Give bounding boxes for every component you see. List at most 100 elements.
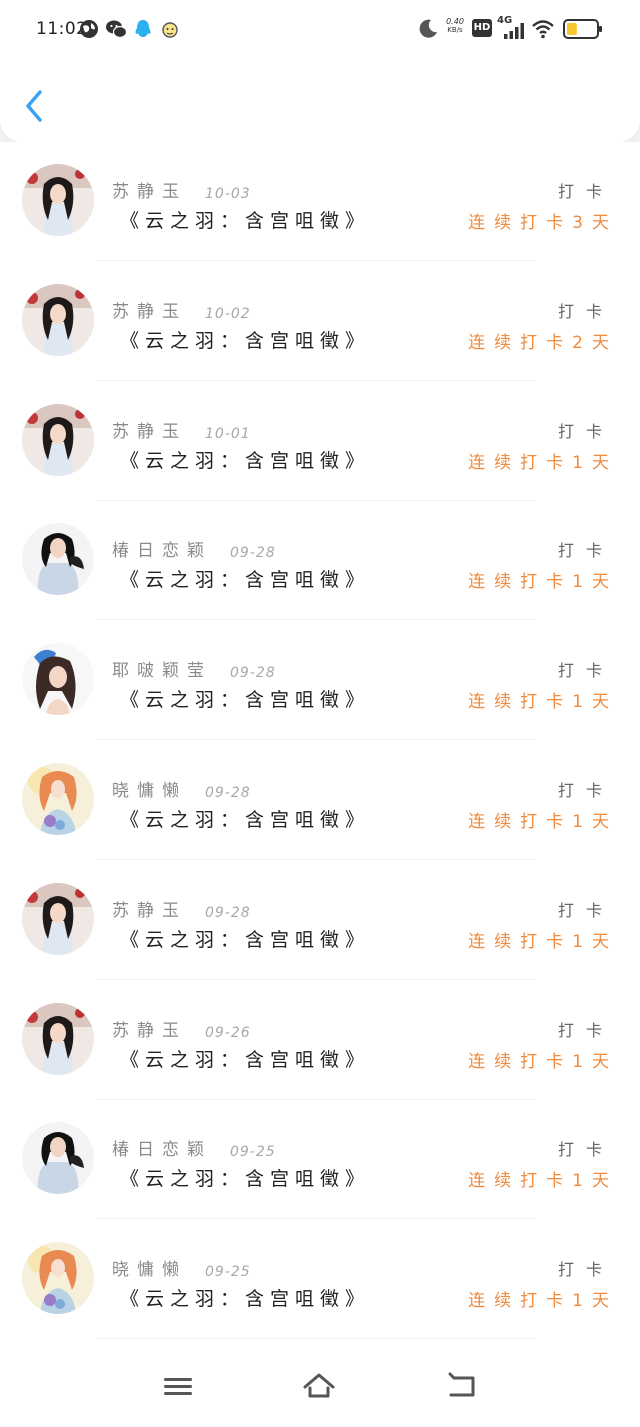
- checkin-list: 苏静玉 10-03 《云之羽：含宫咀徵》 打卡 连续打卡3天 苏静玉 10-02 《云之羽：含…: [0, 142, 640, 1340]
- list-item[interactable]: 苏静玉 09-28 《云之羽：含宫咀徵》 打卡连续打卡1天: [0, 861, 640, 981]
- signal-icon: [504, 23, 524, 39]
- hd-badge: HD: [472, 19, 492, 37]
- checkin-label: 打卡: [557, 781, 614, 800]
- avatar[interactable]: [22, 523, 94, 596]
- avatar[interactable]: [22, 882, 94, 955]
- user-name[interactable]: 椿日恋颖: [112, 1135, 212, 1160]
- navigation-bar: [0, 1340, 640, 1427]
- user-name[interactable]: 苏静玉: [112, 297, 187, 322]
- streak-label: 连续打卡3天: [468, 213, 618, 233]
- streak-label: 连续打卡1天: [468, 572, 618, 593]
- avatar[interactable]: [22, 1002, 94, 1075]
- checkin-date: 09-26: [205, 1024, 251, 1041]
- book-title: 《云之羽：含宫咀徵》: [120, 1168, 371, 1191]
- avatar[interactable]: [22, 763, 94, 835]
- list-item[interactable]: 苏静玉 10-01 《云之羽：含宫咀徵》 打卡连续打卡1天: [0, 382, 640, 502]
- net-speed-unit: KB/s: [447, 26, 463, 34]
- list-item[interactable]: 晓慵懒 09-28 《云之羽：含宫咀徵》 打卡连续打卡1天: [0, 741, 640, 861]
- avatar[interactable]: [22, 1242, 94, 1315]
- book-title: 《云之羽：含宫咀徵》: [120, 329, 371, 352]
- book-title: 《云之羽：含宫咀徵》: [120, 689, 371, 712]
- book-title: 《云之羽：含宫咀徵》: [120, 449, 371, 472]
- avatar[interactable]: [22, 164, 94, 236]
- avatar[interactable]: [22, 403, 94, 476]
- streak-label: 连续打卡1天: [468, 452, 618, 473]
- user-name[interactable]: 苏静玉: [112, 177, 187, 202]
- book-title: 《云之羽：含宫咀徵》: [120, 809, 371, 831]
- checkin-date: 10-02: [205, 305, 251, 322]
- checkin-date: 09-25: [205, 1264, 251, 1281]
- name-line: 晓慵懒 09-25: [112, 1256, 251, 1280]
- checkin-date: 09-28: [205, 785, 251, 801]
- checkin-label: 打卡: [557, 1020, 614, 1040]
- back-arrow-icon[interactable]: [20, 86, 50, 126]
- net-speed-value: 0.40: [446, 17, 464, 26]
- user-name[interactable]: 椿日恋颖: [112, 536, 212, 561]
- list-item[interactable]: 椿日恋颖 09-28 《云之羽：含宫咀徵》 打卡连续打卡1天: [0, 501, 640, 621]
- book-title: 《云之羽：含宫咀徵》: [120, 569, 371, 592]
- streak-label: 连续打卡2天: [468, 332, 618, 353]
- streak-label: 连续打卡1天: [468, 1171, 618, 1192]
- book-title: 《云之羽：含宫咀徵》: [120, 928, 371, 951]
- streak-label: 连续打卡1天: [468, 931, 618, 952]
- list-item[interactable]: 苏静玉 10-02 《云之羽：含宫咀徵》 打卡连续打卡2天: [0, 262, 640, 382]
- app-icon: [162, 22, 178, 38]
- book-title: 《云之羽：含宫咀徵》: [120, 210, 371, 232]
- name-line: 晓慵懒 09-28: [112, 777, 251, 801]
- streak-label: 连续打卡1天: [468, 1051, 618, 1072]
- user-name[interactable]: 晓慵懒: [112, 1255, 187, 1280]
- avatar[interactable]: [22, 1122, 94, 1195]
- book-title: 《云之羽：含宫咀徵》: [120, 1048, 371, 1071]
- avatar[interactable]: [22, 643, 94, 716]
- menu-icon[interactable]: [161, 1370, 195, 1402]
- user-name[interactable]: 耶啵颖莹: [112, 656, 212, 681]
- header: 11:02 0.40 KB/s HD 4G: [0, 0, 640, 142]
- battery-icon: [563, 19, 602, 39]
- book-title: 《云之羽：含宫咀徵》: [120, 1288, 371, 1311]
- streak-label: 连续打卡1天: [468, 1291, 618, 1312]
- checkin-date: 09-28: [230, 545, 276, 562]
- list-item[interactable]: 苏静玉 09-26 《云之羽：含宫咀徵》 打卡连续打卡1天: [0, 981, 640, 1101]
- checkin-date: 10-03: [205, 186, 251, 202]
- streak-label: 连续打卡1天: [468, 692, 618, 713]
- user-name[interactable]: 苏静玉: [112, 896, 187, 921]
- name-line: 耶啵颖莹 09-28: [112, 657, 276, 681]
- globe-icon: [80, 20, 98, 38]
- list-item[interactable]: 晓慵懒 09-25 《云之羽：含宫咀徵》 打卡连续打卡1天: [0, 1220, 640, 1340]
- checkin-label: 打卡: [557, 1260, 614, 1280]
- checkin-label: 打卡: [557, 182, 614, 201]
- checkin-label: 打卡: [557, 1140, 614, 1160]
- name-line: 椿日恋颖 09-28: [112, 537, 276, 561]
- user-name[interactable]: 苏静玉: [112, 417, 187, 442]
- checkin-label: 打卡: [557, 421, 614, 441]
- checkin-date: 09-28: [230, 665, 276, 682]
- user-name[interactable]: 晓慵懒: [112, 776, 187, 801]
- net-speed: 0.40 KB/s: [442, 17, 468, 35]
- home-icon[interactable]: [302, 1370, 336, 1402]
- wechat-icon: [106, 20, 127, 39]
- checkin-label: 打卡: [557, 301, 614, 321]
- list-item[interactable]: 耶啵颖莹 09-28 《云之羽：含宫咀徵》 打卡 连续打卡1天: [0, 621, 640, 741]
- back-icon[interactable]: [445, 1370, 479, 1402]
- qq-icon: [135, 20, 151, 37]
- checkin-date: 09-25: [230, 1144, 276, 1161]
- name-line: 苏静玉 10-02: [112, 298, 251, 322]
- name-line: 苏静玉 09-28: [112, 897, 251, 921]
- hd-label: HD: [473, 22, 491, 33]
- checkin-date: 09-28: [205, 904, 251, 921]
- checkin-label: 打卡: [557, 541, 614, 561]
- checkin-label: 打卡: [557, 900, 614, 920]
- name-line: 苏静玉 10-01: [112, 418, 251, 442]
- user-name[interactable]: 苏静玉: [112, 1016, 187, 1041]
- name-line: 椿日恋颖 09-25: [112, 1136, 276, 1160]
- wifi-icon: [532, 20, 554, 39]
- checkin-date: 10-01: [205, 425, 251, 442]
- list-item[interactable]: 椿日恋颖 09-25 《云之羽：含宫咀徵》 打卡连续打卡1天: [0, 1100, 640, 1220]
- name-line: 苏静玉 10-03: [112, 178, 251, 202]
- avatar[interactable]: [22, 283, 94, 356]
- status-bar: 11:02 0.40 KB/s HD 4G: [0, 0, 640, 60]
- list-item[interactable]: 苏静玉 10-03 《云之羽：含宫咀徵》 打卡连续打卡3天: [0, 142, 640, 262]
- name-line: 苏静玉 09-26: [112, 1017, 251, 1041]
- moon-icon: [419, 19, 437, 38]
- streak-label: 连续打卡1天: [468, 812, 618, 832]
